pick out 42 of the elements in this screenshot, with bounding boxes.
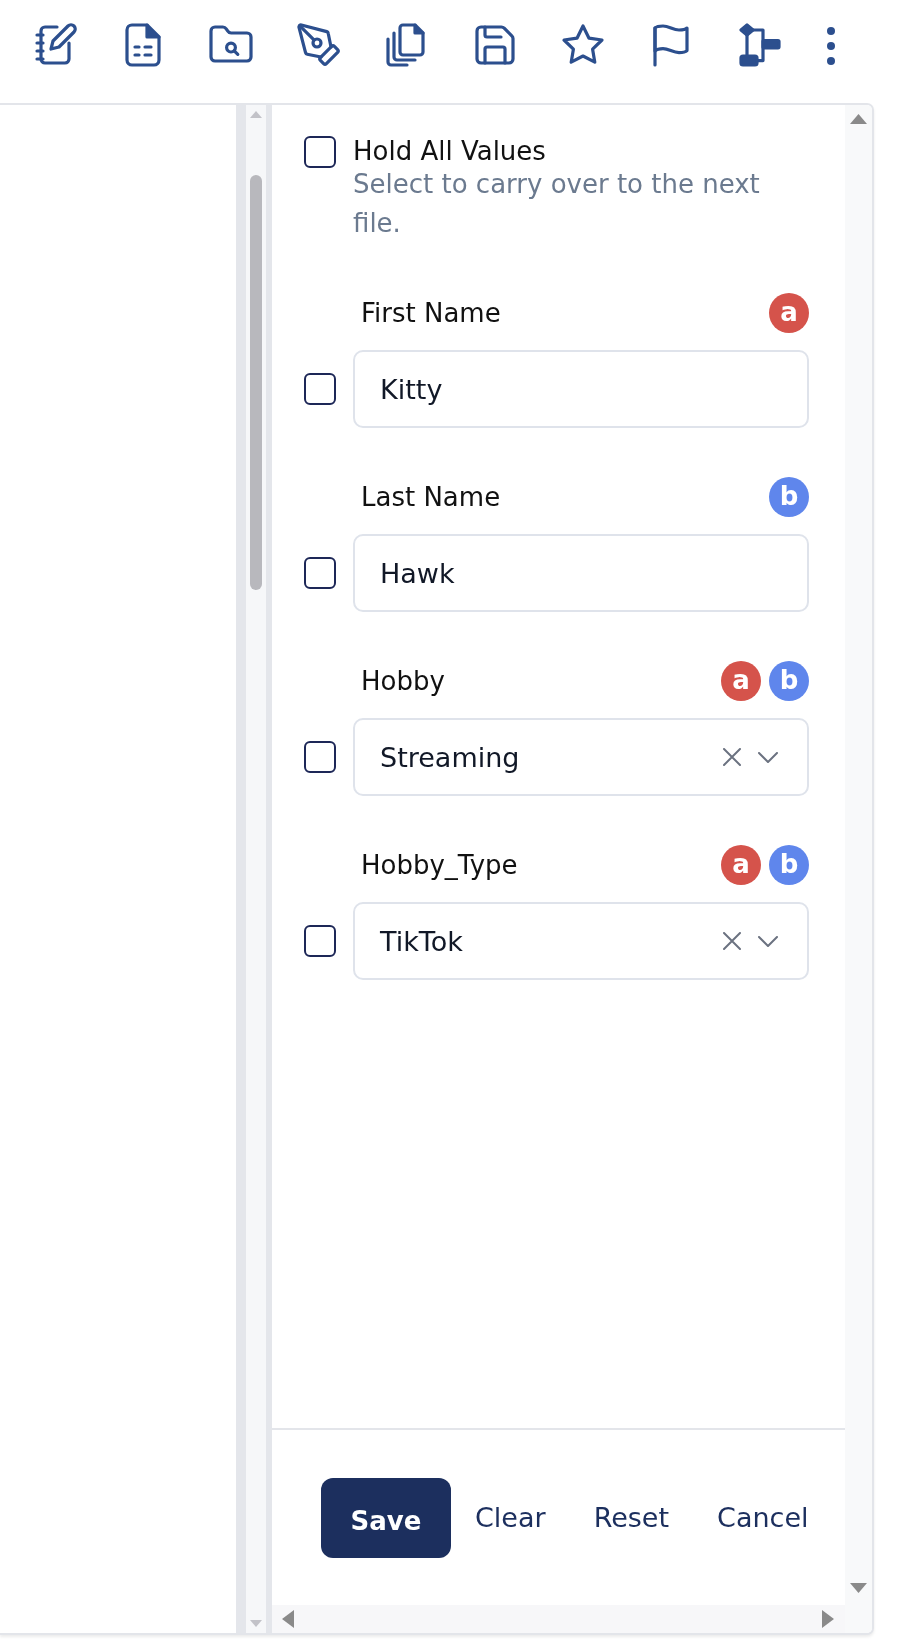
letter-badge: a (721, 845, 761, 885)
scroll-up-icon[interactable] (850, 114, 867, 124)
chevron-down-icon[interactable] (758, 935, 778, 947)
letter-badge: b (769, 477, 809, 517)
more-options-icon[interactable] (825, 26, 837, 66)
field-label: Hobby (360, 665, 445, 698)
letter-badge: b (769, 661, 809, 701)
field-label: Hobby_Type (360, 849, 518, 882)
pen-nib-icon[interactable] (297, 23, 341, 67)
flowchart-icon[interactable] (737, 23, 781, 67)
scroll-down-icon[interactable] (850, 1583, 867, 1593)
letter-badge: a (769, 293, 809, 333)
reset-button[interactable]: Reset (569, 1477, 694, 1558)
horizontal-scrollbar[interactable] (272, 1605, 845, 1633)
field-label: Last Name (360, 481, 501, 514)
scrollbar-thumb[interactable] (250, 175, 262, 590)
chevron-down-icon[interactable] (758, 751, 778, 763)
checkbox[interactable] (304, 925, 336, 957)
checkbox[interactable] (304, 741, 336, 773)
dropdown[interactable]: TikTok (353, 902, 809, 980)
notebook-pencil-icon[interactable] (33, 23, 77, 67)
checkbox[interactable] (304, 136, 336, 168)
checkbox[interactable] (304, 373, 336, 405)
save-button[interactable]: Save (321, 1477, 451, 1558)
text-input[interactable]: Hawk (353, 534, 809, 612)
scroll-left-icon[interactable] (282, 1610, 294, 1628)
field-label: First Name (360, 297, 501, 330)
letter-badge: b (769, 845, 809, 885)
cancel-button[interactable]: Cancel (693, 1477, 833, 1558)
checkbox[interactable] (304, 557, 336, 589)
scroll-right-icon[interactable] (822, 1610, 834, 1628)
clear-icon[interactable] (723, 932, 741, 950)
vertical-scrollbar[interactable] (845, 105, 872, 1633)
star-icon[interactable] (561, 23, 605, 67)
vertical-scrollbar[interactable] (236, 105, 272, 1633)
dropdown[interactable]: Streaming (353, 718, 809, 796)
clear-button[interactable]: Clear (451, 1477, 570, 1558)
helper-text: Select to carry over to the next file. (353, 168, 761, 240)
checkbox-label: Hold All Values (353, 135, 546, 168)
clear-icon[interactable] (723, 748, 741, 766)
letter-badge: a (721, 661, 761, 701)
text-input[interactable]: Kitty (353, 350, 809, 428)
